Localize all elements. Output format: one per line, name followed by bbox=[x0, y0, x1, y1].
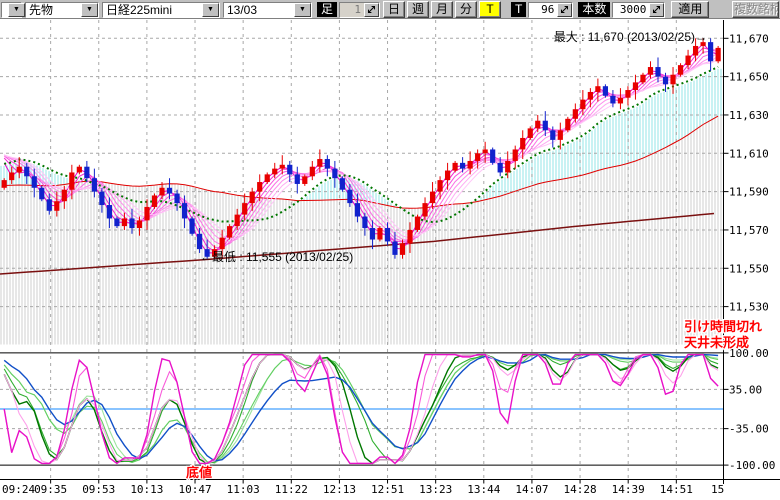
chevron-down-icon[interactable]: ▼ bbox=[294, 3, 311, 17]
time-axis-label: 11:22 bbox=[275, 483, 308, 496]
time-axis-label: 09:53 bbox=[82, 483, 115, 496]
app-window: 11,670 11,650 11,630 11,610 11,590 11,570 11,5… bbox=[0, 0, 780, 500]
chart-preset-combo[interactable]: ▼ bbox=[1, 2, 22, 18]
period-week-button[interactable]: 週 bbox=[407, 1, 429, 18]
chevron-down-icon[interactable]: ▼ bbox=[8, 3, 25, 17]
tick-size-label: T bbox=[511, 2, 526, 17]
time-axis-label: 09:35 bbox=[34, 483, 67, 496]
price-axis-label: 11,670 bbox=[729, 32, 769, 45]
time-axis-label: 10:47 bbox=[178, 483, 211, 496]
time-axis-label: 14:07 bbox=[515, 483, 548, 496]
toolbar: ▼ 先物 ▼ 日経225mini ▼ 13/03 ▼ 足 1 日 週 月 分 T… bbox=[0, 0, 780, 19]
time-axis-label: 13:23 bbox=[419, 483, 452, 496]
oscillator-axis-label: -35.00 bbox=[729, 423, 769, 436]
axis-layer: 11,670 11,650 11,630 11,610 11,590 11,570 11,5… bbox=[0, 20, 780, 496]
note-no-ceiling-annotation: 天井未形成 bbox=[684, 335, 749, 350]
oscillator-layer bbox=[0, 355, 724, 464]
bar-count-label: 本数 bbox=[578, 2, 610, 17]
time-axis-label: 14:39 bbox=[612, 483, 645, 496]
time-axis-label: 11:03 bbox=[227, 483, 260, 496]
diagonal-spin-icon bbox=[367, 5, 376, 14]
bar-interval-spinner[interactable]: 1 bbox=[339, 2, 380, 18]
category-select[interactable]: 先物 ▼ bbox=[25, 2, 99, 18]
max-price-annotation: 最大 : 11,670 (2013/02/25)→ bbox=[554, 30, 707, 44]
symbol-value: 日経225mini bbox=[103, 3, 202, 17]
contract-month-select[interactable]: 13/03 ▼ bbox=[223, 2, 312, 18]
bar-interval-value: 1 bbox=[340, 3, 364, 17]
category-value: 先物 bbox=[26, 3, 81, 17]
oscillator-axis-label: 35.00 bbox=[729, 383, 762, 396]
diagonal-spin-icon bbox=[652, 5, 661, 14]
spinner-button[interactable] bbox=[649, 3, 664, 17]
period-month-button[interactable]: 月 bbox=[431, 1, 453, 18]
diagonal-spin-icon bbox=[560, 5, 569, 14]
note-bottom-price-annotation: 底値 bbox=[186, 465, 212, 480]
bar-type-label: 足 bbox=[317, 2, 337, 17]
bar-count-spinner[interactable]: 3000 bbox=[612, 2, 665, 18]
symbol-select[interactable]: 日経225mini ▼ bbox=[102, 2, 220, 18]
time-axis-label: 14:51 bbox=[660, 483, 693, 496]
price-axis-label: 11,570 bbox=[729, 224, 769, 237]
oscillator-axis-label: -100.00 bbox=[729, 459, 775, 472]
min-price-annotation: ←最低 : 11,555 (2013/02/25) bbox=[200, 250, 353, 264]
price-axis-label: 11,550 bbox=[729, 262, 769, 275]
period-tick-button[interactable]: T bbox=[479, 1, 501, 18]
price-axis-label: 11,530 bbox=[729, 301, 769, 314]
multi-symbol-button[interactable]: 複数銘柄 bbox=[732, 1, 779, 18]
period-day-button[interactable]: 日 bbox=[383, 1, 405, 18]
spinner-button[interactable] bbox=[364, 3, 379, 17]
time-axis-label: 12:13 bbox=[323, 483, 356, 496]
contract-month-value: 13/03 bbox=[224, 3, 294, 17]
time-axis-label: 14:28 bbox=[563, 483, 596, 496]
time-axis-label: 12:51 bbox=[371, 483, 404, 496]
chevron-down-icon[interactable]: ▼ bbox=[202, 3, 219, 17]
price-axis-label: 11,650 bbox=[729, 71, 769, 84]
price-axis-label: 11,630 bbox=[729, 109, 769, 122]
price-axis-label: 11,610 bbox=[729, 147, 769, 160]
time-axis-label: 10:13 bbox=[130, 483, 163, 496]
spinner-button[interactable] bbox=[557, 3, 572, 17]
tick-size-spinner[interactable]: 96 bbox=[528, 2, 573, 18]
price-axis-label: 11,590 bbox=[729, 186, 769, 199]
time-axis-label: 15 bbox=[711, 483, 724, 496]
chart-canvas[interactable]: 11,670 11,650 11,630 11,610 11,590 11,570 11,5… bbox=[0, 0, 780, 500]
time-axis-label: 13:44 bbox=[467, 483, 500, 496]
time-axis-label: 09:24 bbox=[2, 483, 35, 496]
chevron-down-icon[interactable]: ▼ bbox=[81, 3, 98, 17]
note-time-up-annotation: 引け時間切れ bbox=[684, 319, 762, 334]
apply-button[interactable]: 適用 bbox=[671, 1, 709, 18]
tick-size-value: 96 bbox=[529, 3, 557, 17]
period-minute-button[interactable]: 分 bbox=[455, 1, 477, 18]
bar-count-value: 3000 bbox=[613, 3, 649, 17]
